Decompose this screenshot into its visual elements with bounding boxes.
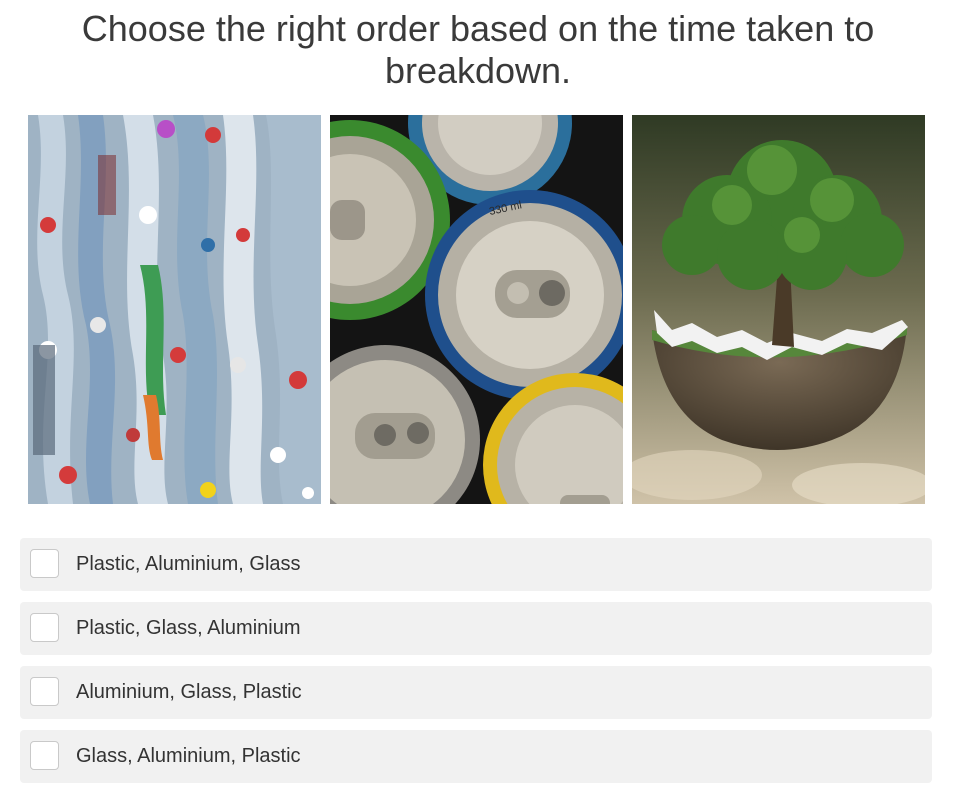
option-checkbox[interactable] [30,613,59,642]
option-1[interactable]: Plastic, Aluminium, Glass [20,538,932,591]
question-text: Choose the right order based on the time… [81,8,875,91]
option-4[interactable]: Glass, Aluminium, Plastic [20,730,932,783]
option-label: Plastic, Aluminium, Glass [76,553,301,575]
option-3[interactable]: Aluminium, Glass, Plastic [20,666,932,719]
quiz-page: Choose the right order based on the time… [0,0,956,808]
image-strip: 330 ml [28,115,925,504]
option-checkbox[interactable] [30,741,59,770]
option-2[interactable]: Plastic, Glass, Aluminium [20,602,932,655]
option-label: Aluminium, Glass, Plastic [76,681,302,703]
plastic-bottles-image [28,115,321,504]
tree-globe-image [632,115,925,504]
option-label: Glass, Aluminium, Plastic [76,745,301,767]
answer-options: Plastic, Aluminium, Glass Plastic, Glass… [20,538,932,794]
aluminium-cans-image: 330 ml [330,115,623,504]
option-label: Plastic, Glass, Aluminium [76,617,301,639]
option-checkbox[interactable] [30,549,59,578]
option-checkbox[interactable] [30,677,59,706]
